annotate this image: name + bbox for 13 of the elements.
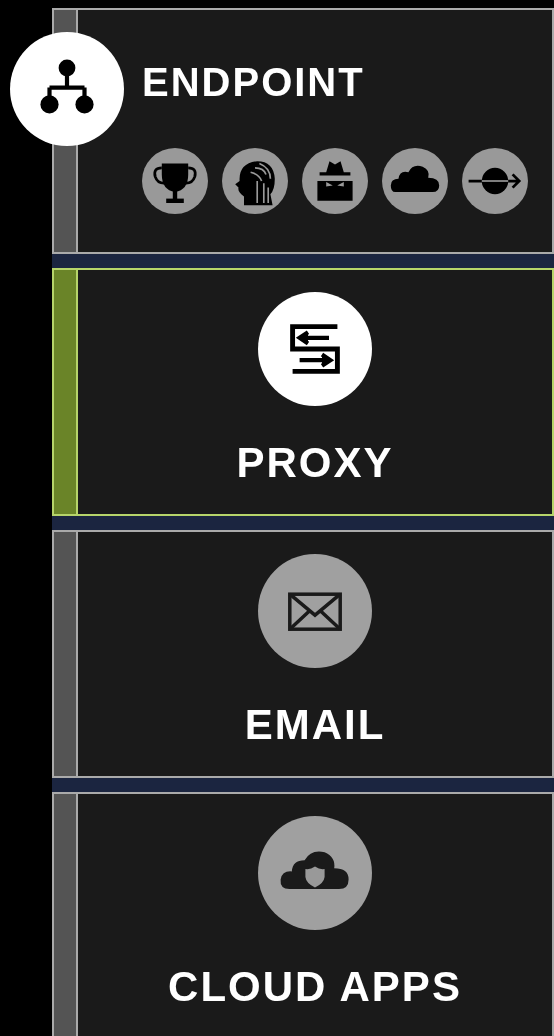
section-title: EMAIL (244, 704, 386, 746)
trophy-icon[interactable] (142, 148, 208, 214)
category-card[interactable]: EMAIL (52, 530, 554, 778)
section-title: PROXY (236, 442, 394, 484)
spy-icon[interactable] (302, 148, 368, 214)
category-card[interactable]: CLOUD APPS (52, 792, 554, 1036)
arrow-through-circle-icon[interactable] (462, 148, 528, 214)
section-title: CLOUD APPS (168, 966, 462, 1008)
section-title: ENDPOINT (142, 62, 366, 102)
category-card[interactable]: PROXY (52, 268, 554, 516)
brain-head-icon[interactable] (222, 148, 288, 214)
cloud-icon[interactable] (382, 148, 448, 214)
endpoint-card[interactable]: ENDPOINT (52, 8, 554, 254)
